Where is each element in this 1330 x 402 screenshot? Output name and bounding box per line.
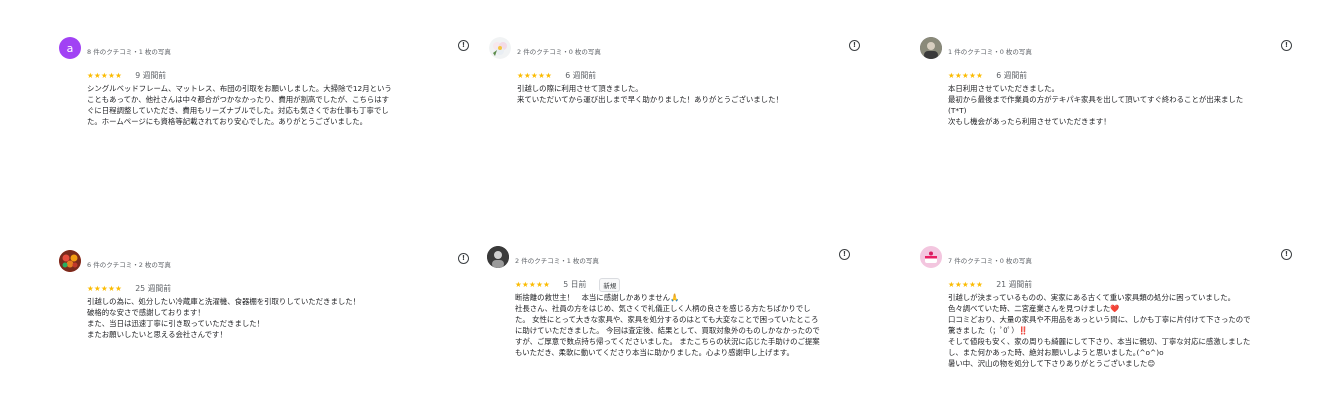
review-line: た。 女性にとって大きな家具や、家具を処分するのはとても大変なことで困っていたと… <box>515 315 819 324</box>
review-line: 暑い中、沢山の物を処分して下さりありがとうございました😊 <box>948 359 1156 368</box>
review-header: 2 件のクチコミ・1 枚の写真 ! <box>487 246 850 270</box>
new-badge: 新規 <box>599 277 621 292</box>
review-line: そして値段も安く、家の周りも綺麗にして下さり、本当に親切、丁寧な対応に感激しまし… <box>948 337 1251 346</box>
review-line: シングルベッドフレーム、マットレス、布団の引取をお願いしました。大掃除で12月と… <box>87 84 392 93</box>
review-line: 口コミどおり、大量の家具や不用品をあっという間に、しかも丁寧に片付けて下さったの… <box>948 315 1251 324</box>
info-icon[interactable]: ! <box>1281 249 1292 260</box>
review-line: 断捨離の救世主！ 本当に感謝しかありません🙏 <box>515 293 680 302</box>
review-line: 社長さん、社員の方をはじめ、気さくで礼儀正しく人柄の良さを感じる方たちばかりでし <box>515 304 811 313</box>
review-date: 6 週間前 <box>565 71 597 80</box>
review-line: 引越しが決まっているものの、実家にある古くて重い家具類の処分に困っていました。 <box>948 293 1235 302</box>
person-avatar-image <box>487 246 509 268</box>
star-rating: ★★★★★ <box>517 71 553 80</box>
review-line: 最初から最後まで作業員の方がテキパキ家具を出して頂いてすぐ終わることが出来ました <box>948 95 1244 104</box>
avatar[interactable]: a <box>59 37 81 59</box>
review-line: こともあってか、他社さんは中々都合がつかなかったり、費用が割高でしたが、こちらは… <box>87 95 390 104</box>
flowers-avatar-image <box>59 250 81 272</box>
info-icon[interactable]: ! <box>839 249 850 260</box>
review-line: 次もし機会があったら利用させていただきます！ <box>948 117 1111 126</box>
review-date: 25 週間前 <box>135 284 172 293</box>
review-line: (T*T) <box>948 106 967 115</box>
review-header: a 8 件のクチコミ・1 枚の写真 ! <box>59 37 469 61</box>
review-line: 来ていただいてから運び出しまで早く助かりました！ありがとうございました！ <box>517 95 783 104</box>
reviewer-meta[interactable]: 6 件のクチコミ・2 枚の写真 <box>87 259 171 269</box>
rating-row: ★★★★★ 6 週間前 <box>517 65 597 80</box>
review-date: 6 週間前 <box>996 71 1028 80</box>
review-line: またお願いしたいと思える会社さんです！ <box>87 330 227 339</box>
star-rating: ★★★★★ <box>948 280 984 289</box>
star-rating: ★★★★★ <box>515 280 551 289</box>
review-date: 5 日前 <box>563 280 587 289</box>
review-header: 7 件のクチコミ・0 枚の写真 ! <box>920 246 1292 270</box>
review-line: た。ホームページにも資格等記載されており安心でした。ありがとうございました。 <box>87 117 368 126</box>
rating-row: ★★★★★ 9 週間前 <box>87 65 167 80</box>
reviewer-meta[interactable]: 2 件のクチコミ・1 枚の写真 <box>515 255 599 265</box>
review-header: 6 件のクチコミ・2 枚の写真 ! <box>59 250 469 274</box>
reviewer-meta[interactable]: 2 件のクチコミ・0 枚の写真 <box>517 46 601 56</box>
review-text: 断捨離の救世主！ 本当に感謝しかありません🙏 社長さん、社員の方をはじめ、気さく… <box>515 292 820 358</box>
review-line: 引越しの為に、処分したい冷蔵庫と洗濯機、食器棚を引取りしていただきました！ <box>87 297 361 306</box>
rating-row: ★★★★★ 5 日前 新規 <box>515 274 621 292</box>
review-line: 引越しの際に利用させて頂きました。 <box>517 84 643 93</box>
person-avatar-image <box>920 37 942 59</box>
review-text: 引越しの際に利用させて頂きました。 来ていただいてから運び出しまで早く助かりまし… <box>517 83 783 105</box>
review-text: 本日利用させていただきました。 最初から最後まで作業員の方がテキパキ家具を出して… <box>948 83 1243 127</box>
rating-row: ★★★★★ 6 週間前 <box>948 65 1028 80</box>
rating-row: ★★★★★ 25 週間前 <box>87 278 172 293</box>
info-icon[interactable]: ! <box>849 40 860 51</box>
avatar[interactable] <box>59 250 81 272</box>
star-rating: ★★★★★ <box>87 284 123 293</box>
reviewer-meta[interactable]: 1 件のクチコミ・0 枚の写真 <box>948 46 1032 56</box>
review-line: 破格的な安さで感謝しております！ <box>87 308 205 317</box>
star-rating: ★★★★★ <box>948 71 984 80</box>
review-date: 9 週間前 <box>135 71 167 80</box>
review-line: すが、ご厚意で数点持ち帰ってくださいました。 またこちらの状況に応じた手助けのご… <box>515 337 820 346</box>
review-line: ぐに日程調整していただき、費用もリーズナブルでした。対応も気さくでお仕事も丁寧で… <box>87 106 389 115</box>
review-header: 2 件のクチコミ・0 枚の写真 ! <box>489 37 860 61</box>
review-date: 21 週間前 <box>996 280 1033 289</box>
review-text: シングルベッドフレーム、マットレス、布団の引取をお願いしました。大掃除で12月と… <box>87 83 392 127</box>
review-line: に助けていただきました。 今回は査定後、結果として、買取対象外のものしかなかった… <box>515 326 820 335</box>
reviewer-meta[interactable]: 8 件のクチコミ・1 枚の写真 <box>87 46 171 56</box>
review-line: 驚きました（；ﾟ0ﾟ）‼️ <box>948 326 1028 335</box>
cake-avatar-image <box>920 246 942 268</box>
review-line: もいただき、柔軟に動いてくださり本当に助かりました。心より感謝申し上げます。 <box>515 348 794 357</box>
rating-row: ★★★★★ 21 週間前 <box>948 274 1033 289</box>
avatar[interactable] <box>489 37 511 59</box>
reviewer-meta[interactable]: 7 件のクチコミ・0 枚の写真 <box>948 255 1032 265</box>
info-icon[interactable]: ! <box>458 40 469 51</box>
review-line: 色々調べていた時、二宮産業さんを見つけました❤️ <box>948 304 1120 313</box>
info-icon[interactable]: ! <box>1281 40 1292 51</box>
review-text: 引越しが決まっているものの、実家にある古くて重い家具類の処分に困っていました。 … <box>948 292 1251 369</box>
review-line: し、また何かあった時、絶対お願いしようと思いました｡(^o^)o <box>948 348 1164 357</box>
star-rating: ★★★★★ <box>87 71 123 80</box>
review-line: また、当日は迅速丁寧に引き取っていただきました！ <box>87 319 265 328</box>
avatar[interactable] <box>920 246 942 268</box>
flower-avatar-image <box>489 37 511 59</box>
info-icon[interactable]: ! <box>458 253 469 264</box>
avatar[interactable] <box>487 246 509 268</box>
review-text: 引越しの為に、処分したい冷蔵庫と洗濯機、食器棚を引取りしていただきました！ 破格… <box>87 296 360 340</box>
review-line: 本日利用させていただきました。 <box>948 84 1059 93</box>
avatar[interactable] <box>920 37 942 59</box>
avatar-letter: a <box>66 41 74 55</box>
review-header: 1 件のクチコミ・0 枚の写真 ! <box>920 37 1292 61</box>
